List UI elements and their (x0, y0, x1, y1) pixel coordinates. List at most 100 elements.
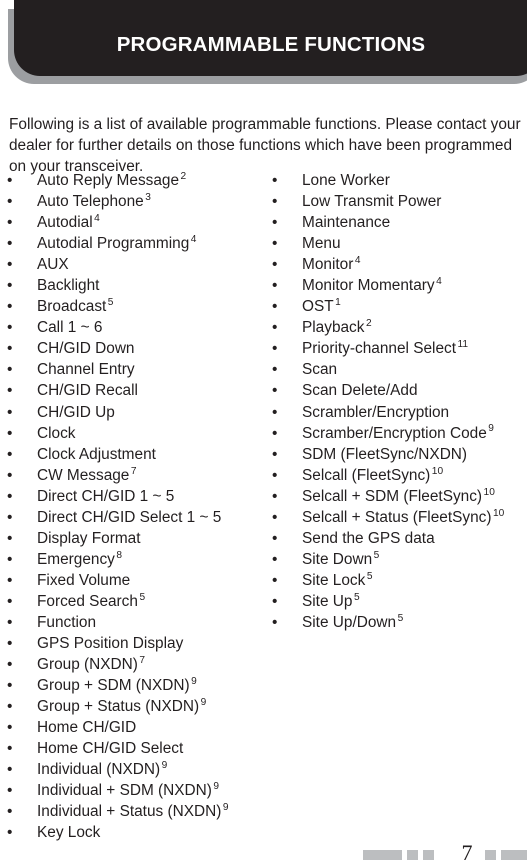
function-list-item: • Group (NXDN) 7 (7, 654, 263, 675)
bullet-icon: • (7, 613, 13, 631)
page-footer: 7 (0, 828, 527, 868)
function-note-reference: 4 (190, 234, 197, 246)
function-note-reference: 2 (365, 318, 372, 330)
function-list-item-label: Direct CH/GID Select 1 ~ 5 (37, 508, 222, 526)
bullet-icon: • (272, 382, 278, 400)
function-list-item-label: Send the GPS data (302, 529, 435, 547)
function-list-item: • Autodial Programming 4 (7, 233, 263, 254)
function-list-item-label: Selcall (FleetSync) 10 (302, 465, 444, 484)
function-list-item-label: Monitor Momentary 4 (302, 276, 442, 295)
function-list-item: • Selcall + Status (FleetSync) 10 (272, 507, 525, 528)
function-note-reference: 5 (107, 297, 114, 309)
bullet-icon: • (272, 277, 278, 295)
function-list-item-label: Individual (NXDN) 9 (37, 760, 168, 779)
bullet-icon: • (272, 193, 278, 211)
bullet-icon: • (272, 529, 278, 547)
function-note-reference: 9 (161, 760, 168, 772)
bullet-icon: • (272, 445, 278, 463)
function-note-reference: 3 (145, 191, 151, 203)
function-list-item-label: Individual + SDM (NXDN) 9 (37, 781, 220, 800)
bullet-icon: • (272, 214, 278, 232)
function-list-item: • Site Up/Down 5 (272, 612, 525, 633)
footer-decoration-block (407, 850, 418, 860)
function-list-item: • Lone Worker (272, 170, 525, 191)
bullet-icon: • (7, 677, 13, 695)
function-list-item: • Fixed Volume (7, 570, 263, 591)
bullet-icon: • (7, 761, 13, 779)
function-list-item: • Emergency 8 (7, 549, 263, 570)
function-list-item: • Playback 2 (272, 317, 525, 338)
bullet-icon: • (7, 277, 13, 295)
bullet-icon: • (7, 550, 13, 568)
function-list-item-label: Direct CH/GID 1 ~ 5 (37, 487, 175, 505)
function-list-item-label: Low Transmit Power (302, 193, 442, 211)
bullet-icon: • (7, 803, 13, 821)
function-list-item: • Site Down 5 (272, 549, 525, 570)
function-list-item: • Home CH/GID (7, 717, 263, 738)
function-list-item: • Backlight (7, 275, 263, 296)
bullet-icon: • (7, 635, 13, 653)
function-list-item: • Monitor 4 (272, 254, 525, 275)
function-list-item: • CW Message 7 (7, 465, 263, 486)
bullet-icon: • (272, 424, 278, 442)
function-note-reference: 4 (436, 276, 442, 288)
bullet-icon: • (272, 550, 278, 568)
function-list-item: • GPS Position Display (7, 633, 263, 654)
function-note-reference: 9 (222, 802, 229, 814)
function-list-item: • Selcall (FleetSync) 10 (272, 465, 525, 486)
function-list-item: • Scan (272, 359, 525, 380)
intro-paragraph: Following is a list of available program… (9, 116, 521, 175)
function-note-reference: 2 (180, 170, 187, 182)
function-list-item: • Individual + Status (NXDN) 9 (7, 801, 263, 822)
function-note-reference: 8 (116, 549, 122, 561)
function-note-reference: 11 (457, 339, 469, 351)
function-list-right-column: • Lone Worker • Low Transmit Power • Maintena… (272, 170, 525, 633)
function-list-item: • Send the GPS data (272, 528, 525, 549)
bullet-icon: • (272, 298, 278, 316)
function-list-item: • Forced Search 5 (7, 591, 263, 612)
footer-decoration-block (501, 850, 527, 860)
bullet-icon: • (7, 719, 13, 737)
function-list-item: • Direct CH/GID Select 1 ~ 5 (7, 507, 263, 528)
bullet-icon: • (7, 487, 13, 505)
function-note-reference: 10 (483, 486, 495, 498)
function-list-item: • Menu (272, 233, 525, 254)
bullet-icon: • (272, 508, 278, 526)
function-list-item-label: SDM (FleetSync/NXDN) (302, 445, 468, 463)
bullet-icon: • (7, 445, 13, 463)
bullet-icon: • (7, 319, 13, 337)
function-note-reference: 9 (488, 423, 494, 435)
function-list-item: • Auto Telephone 3 (7, 191, 263, 212)
function-note-reference: 10 (431, 465, 444, 477)
function-list-item-label: Home CH/GID Select (37, 740, 184, 758)
bullet-icon: • (7, 592, 13, 610)
function-list-item-label: GPS Position Display (37, 635, 184, 653)
function-list-item: • Selcall + SDM (FleetSync) 10 (272, 486, 525, 507)
bullet-icon: • (7, 424, 13, 442)
bullet-icon: • (7, 361, 13, 379)
bullet-icon: • (7, 298, 13, 316)
function-list-item: • Clock (7, 423, 263, 444)
footer-decoration-block (485, 850, 496, 860)
function-list-item: • Broadcast 5 (7, 296, 263, 317)
bullet-icon: • (272, 340, 278, 358)
function-list-item: • CH/GID Up (7, 402, 263, 423)
function-note-reference: 4 (354, 255, 361, 267)
function-list-item: • Maintenance (272, 212, 525, 233)
function-list-item: • Low Transmit Power (272, 191, 525, 212)
function-list-item: • Call 1 ~ 6 (7, 317, 263, 338)
bullet-icon: • (272, 466, 278, 484)
function-list-item: • Site Lock 5 (272, 570, 525, 591)
function-note-reference: 5 (139, 591, 146, 603)
function-list-item: • Individual (NXDN) 9 (7, 759, 263, 780)
bullet-icon: • (7, 193, 13, 211)
function-list-item: • Function (7, 612, 263, 633)
footer-decoration-block (363, 850, 402, 860)
function-note-reference: 5 (397, 612, 404, 624)
bullet-icon: • (7, 382, 13, 400)
bullet-icon: • (272, 592, 278, 610)
function-note-reference: 5 (353, 591, 360, 603)
bullet-icon: • (272, 361, 278, 379)
page-header-banner: PROGRAMMABLE FUNCTIONS (0, 0, 527, 84)
page-number: 7 (461, 840, 473, 865)
